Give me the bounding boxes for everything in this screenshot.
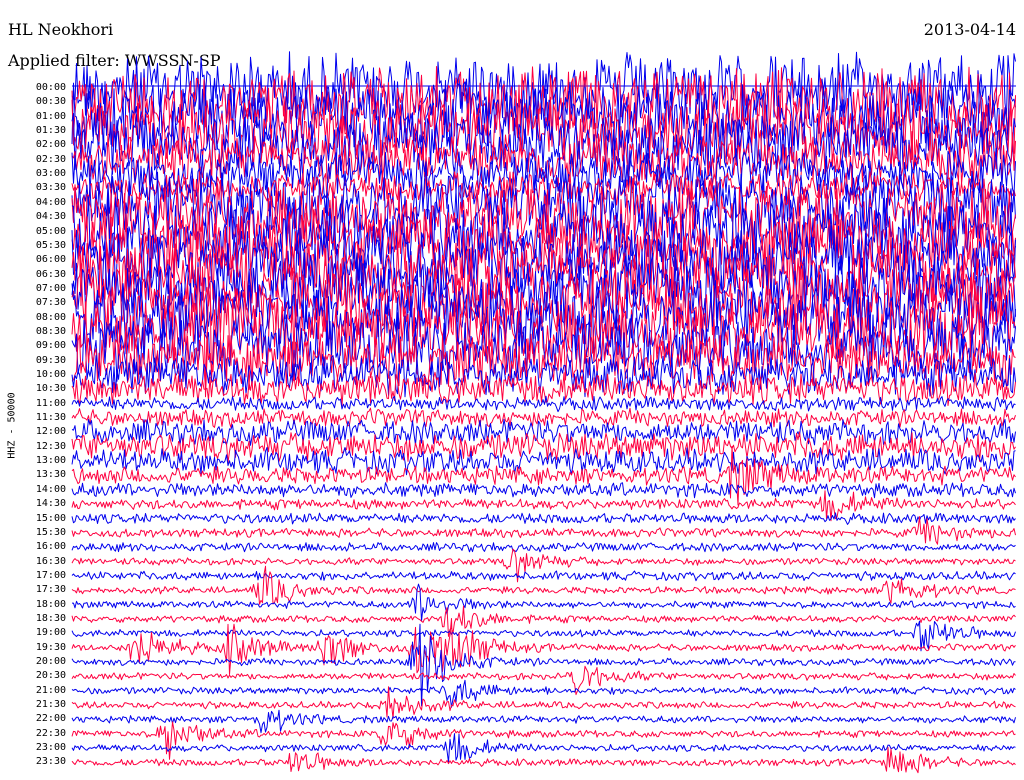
time-label-0000: 00:00 bbox=[35, 82, 66, 93]
time-label-1830: 18:30 bbox=[35, 612, 66, 624]
time-label-1430: 14:30 bbox=[35, 498, 66, 510]
helicorder-plot bbox=[71, 51, 1016, 774]
time-label-1600: 16:00 bbox=[35, 541, 66, 553]
time-label-1100: 11:00 bbox=[35, 397, 66, 409]
time-label-1000: 10:00 bbox=[35, 369, 66, 380]
time-label-2030: 20:30 bbox=[35, 670, 66, 682]
time-label-1130: 11:30 bbox=[35, 412, 66, 424]
time-label-2200: 22:00 bbox=[35, 713, 66, 725]
trace-row-1700 bbox=[71, 570, 1016, 582]
trace-row-1500 bbox=[71, 512, 1016, 525]
trace-row-1130 bbox=[71, 407, 1016, 429]
time-label-1230: 12:30 bbox=[35, 440, 66, 452]
trace-row-1400 bbox=[71, 482, 1016, 499]
time-label-0830: 08:30 bbox=[35, 325, 66, 337]
trace-row-2230 bbox=[71, 721, 1016, 760]
time-label-1500: 15:00 bbox=[35, 512, 66, 524]
time-label-1300: 13:00 bbox=[35, 455, 66, 467]
time-label-0500: 05:00 bbox=[35, 225, 66, 237]
time-label-1800: 18:00 bbox=[35, 598, 66, 610]
time-label-0700: 07:00 bbox=[35, 282, 66, 294]
time-label-2300: 23:00 bbox=[35, 742, 66, 754]
time-label-0330: 03:30 bbox=[35, 182, 66, 194]
trace-row-1930 bbox=[71, 618, 1016, 675]
time-label-1400: 14:00 bbox=[35, 483, 66, 495]
time-label-1200: 12:00 bbox=[35, 426, 66, 438]
time-label-0600: 06:00 bbox=[35, 254, 66, 266]
time-label-0230: 02:30 bbox=[35, 153, 66, 165]
trace-row-2330 bbox=[71, 747, 1016, 774]
trace-row-1100 bbox=[71, 395, 1016, 413]
time-label-1930: 19:30 bbox=[35, 641, 66, 653]
time-label-0530: 05:30 bbox=[35, 239, 66, 251]
time-label-1530: 15:30 bbox=[35, 526, 66, 538]
trace-row-1730 bbox=[71, 565, 1016, 605]
time-label-0900: 09:00 bbox=[35, 340, 66, 352]
time-label-1330: 13:30 bbox=[35, 469, 66, 481]
time-label-0200: 02:00 bbox=[35, 139, 66, 151]
time-label-1700: 17:00 bbox=[35, 569, 66, 581]
time-label-1900: 19:00 bbox=[35, 627, 66, 639]
time-label-2130: 21:30 bbox=[35, 699, 66, 711]
trace-row-1600 bbox=[71, 542, 1016, 553]
time-label-2000: 20:00 bbox=[35, 656, 66, 667]
time-label-1730: 17:30 bbox=[35, 584, 66, 596]
trace-row-2200 bbox=[71, 709, 1016, 734]
time-label-0930: 09:30 bbox=[35, 354, 66, 366]
time-label-0800: 08:00 bbox=[35, 311, 66, 323]
time-label-2230: 22:30 bbox=[35, 727, 66, 739]
time-label-0300: 03:00 bbox=[35, 168, 66, 180]
time-label-0430: 04:30 bbox=[35, 211, 66, 223]
time-label-1630: 16:30 bbox=[35, 555, 66, 567]
time-label-1030: 10:30 bbox=[35, 383, 66, 395]
time-label-2330: 23:30 bbox=[35, 756, 66, 768]
time-label-0630: 06:30 bbox=[35, 268, 66, 280]
trace-row-1830 bbox=[71, 605, 1016, 637]
time-label-2100: 21:00 bbox=[35, 684, 66, 696]
time-label-0400: 04:00 bbox=[35, 196, 66, 208]
trace-row-1300 bbox=[71, 447, 1016, 476]
time-label-0030: 00:30 bbox=[35, 96, 66, 108]
time-label-0730: 07:30 bbox=[35, 297, 66, 309]
time-label-0130: 01:30 bbox=[35, 125, 66, 137]
time-label-0100: 01:00 bbox=[35, 110, 66, 122]
